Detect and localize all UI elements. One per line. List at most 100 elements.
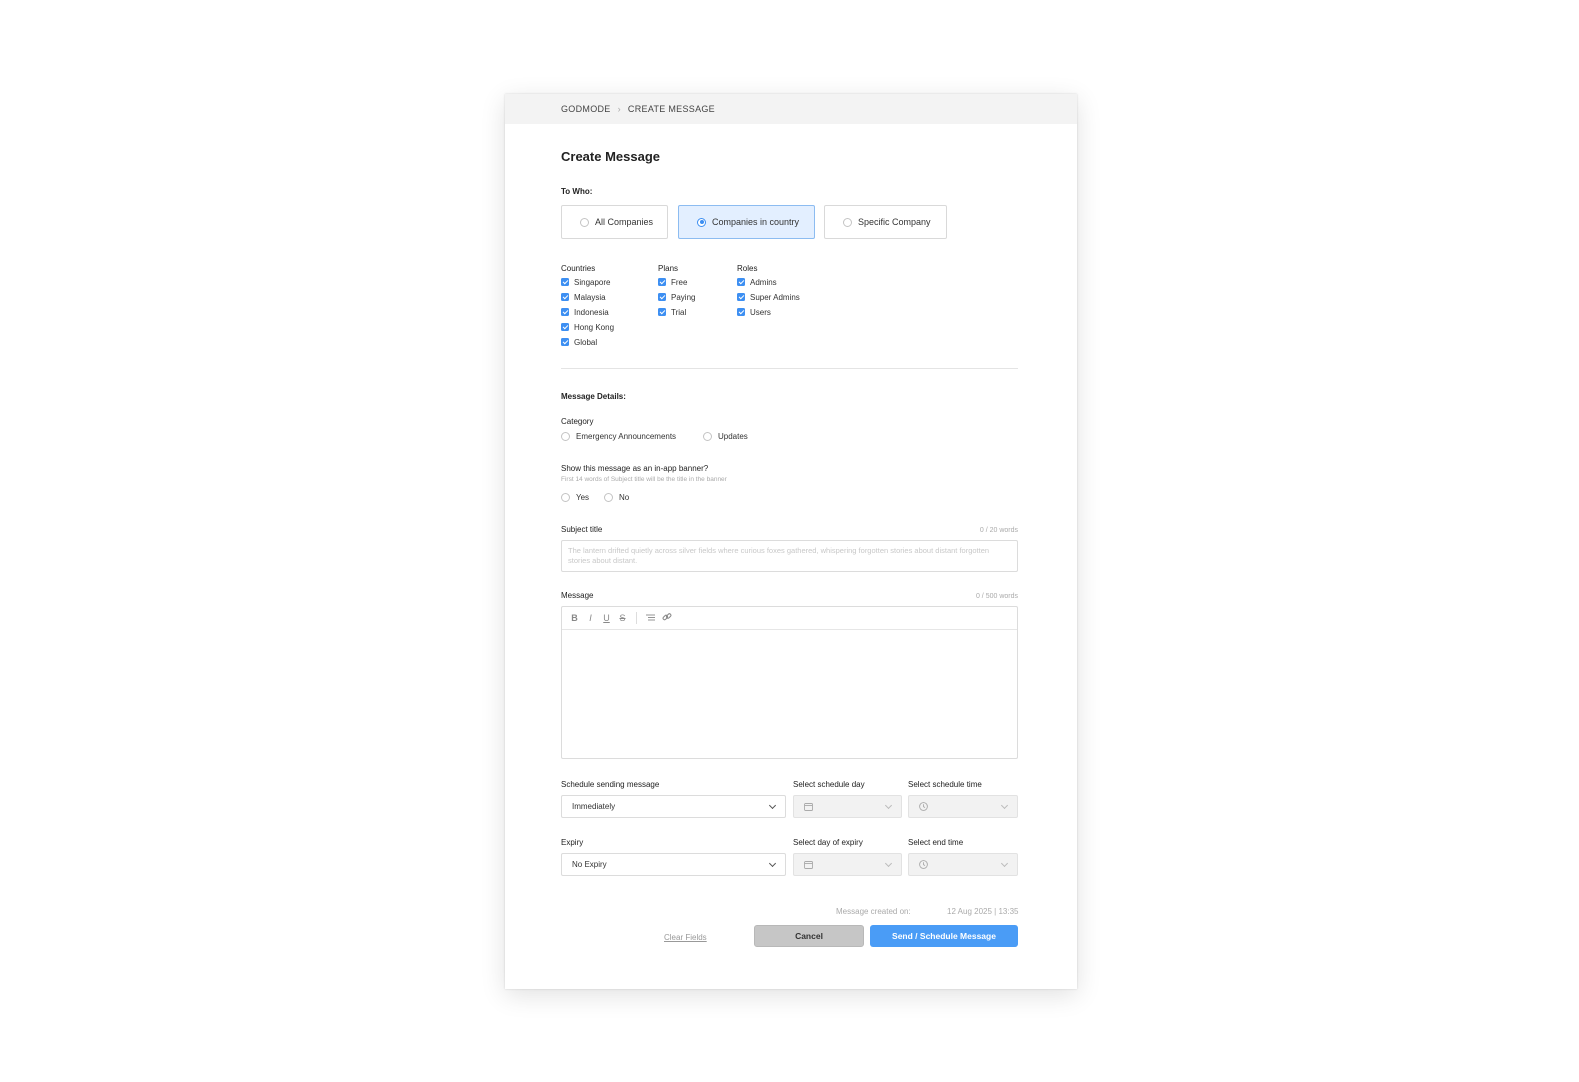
end-time-picker[interactable] xyxy=(908,853,1018,876)
option-label: Specific Company xyxy=(858,217,931,227)
checkbox-label: Users xyxy=(750,307,771,317)
checkbox-label: Singapore xyxy=(574,277,611,287)
checkbox-hong-kong[interactable]: Hong Kong xyxy=(561,322,614,332)
expiry-select[interactable]: No Expiry xyxy=(561,853,786,876)
option-all-companies[interactable]: All Companies xyxy=(561,205,668,239)
radio-emergency-announcements[interactable]: Emergency Announcements xyxy=(561,431,676,441)
message-label: Message xyxy=(561,591,594,600)
checkbox-label: Hong Kong xyxy=(574,322,615,332)
banner-hint: First 14 words of Subject title will be … xyxy=(561,476,727,483)
italic-button[interactable]: I xyxy=(586,613,595,623)
plans-title: Plans xyxy=(658,264,679,273)
create-message-page: GODMODE › CREATE MESSAGE Create Message … xyxy=(505,94,1077,989)
strikethrough-button[interactable]: S xyxy=(618,613,627,623)
checkbox-checked-icon xyxy=(737,278,745,286)
chevron-right-icon: › xyxy=(617,104,621,114)
checkbox-paying[interactable]: Paying xyxy=(658,292,695,302)
checkbox-label: Indonesia xyxy=(574,307,609,317)
checkbox-checked-icon xyxy=(561,278,569,286)
radio-label: Updates xyxy=(718,431,748,441)
checkbox-checked-icon xyxy=(658,278,666,286)
schedule-time-picker[interactable] xyxy=(908,795,1018,818)
message-editor[interactable]: B I U S xyxy=(561,606,1018,759)
subject-title-label: Subject title xyxy=(561,525,603,534)
checkbox-checked-icon xyxy=(561,323,569,331)
radio-label: Emergency Announcements xyxy=(576,431,677,441)
underline-button[interactable]: U xyxy=(602,613,611,623)
list-icon[interactable] xyxy=(646,613,655,624)
toolbar-divider xyxy=(636,612,637,624)
chevron-down-icon xyxy=(1000,859,1009,867)
option-label: Companies in country xyxy=(712,217,800,227)
created-on-label: Message created on: xyxy=(836,907,911,916)
checkbox-malaysia[interactable]: Malaysia xyxy=(561,292,606,302)
checkbox-users[interactable]: Users xyxy=(737,307,771,317)
radio-updates[interactable]: Updates xyxy=(703,431,748,441)
link-icon[interactable] xyxy=(662,612,672,624)
calendar-icon xyxy=(804,802,813,811)
checkbox-global[interactable]: Global xyxy=(561,337,597,347)
clear-fields-link[interactable]: Clear Fields xyxy=(664,933,707,942)
bold-button[interactable]: B xyxy=(570,613,579,623)
option-companies-in-country[interactable]: Companies in country xyxy=(678,205,815,239)
clock-icon xyxy=(919,802,928,811)
checkbox-label: Paying xyxy=(671,292,696,302)
chevron-down-icon xyxy=(768,859,777,867)
page-title: Create Message xyxy=(561,149,660,164)
breadcrumb-current: CREATE MESSAGE xyxy=(627,104,715,114)
subject-placeholder: The lantern drifted quietly across silve… xyxy=(568,546,990,565)
cancel-button[interactable]: Cancel xyxy=(754,925,864,947)
checkbox-admins[interactable]: Admins xyxy=(737,277,777,287)
checkbox-checked-icon xyxy=(561,293,569,301)
message-details-label: Message Details: xyxy=(561,392,626,401)
chevron-down-icon xyxy=(768,801,777,809)
send-schedule-button[interactable]: Send / Schedule Message xyxy=(870,925,1018,947)
radio-icon xyxy=(561,492,570,502)
banner-question: Show this message as an in-app banner? xyxy=(561,464,709,473)
radio-label: No xyxy=(619,492,630,502)
checkbox-checked-icon xyxy=(658,308,666,316)
radio-label: Yes xyxy=(576,492,590,502)
checkbox-checked-icon xyxy=(658,293,666,301)
option-specific-company[interactable]: Specific Company xyxy=(824,205,947,239)
expiry-day-label: Select day of expiry xyxy=(793,838,863,847)
radio-icon xyxy=(703,431,712,441)
breadcrumb: GODMODE › CREATE MESSAGE xyxy=(505,94,1077,124)
radio-icon xyxy=(561,431,570,441)
subject-title-input[interactable]: The lantern drifted quietly across silve… xyxy=(561,540,1018,572)
expiry-day-picker[interactable] xyxy=(793,853,902,876)
radio-icon xyxy=(843,217,852,227)
to-who-label: To Who: xyxy=(561,187,593,196)
checkbox-indonesia[interactable]: Indonesia xyxy=(561,307,609,317)
checkbox-singapore[interactable]: Singapore xyxy=(561,277,610,287)
subject-word-counter: 0 / 20 words xyxy=(979,527,1018,534)
message-word-counter: 0 / 500 words xyxy=(975,593,1018,600)
schedule-select[interactable]: Immediately xyxy=(561,795,786,818)
radio-no[interactable]: No xyxy=(604,492,629,502)
checkbox-super-admins[interactable]: Super Admins xyxy=(737,292,800,302)
checkbox-label: Trial xyxy=(671,307,687,317)
option-label: All Companies xyxy=(595,217,654,227)
radio-icon xyxy=(580,217,589,227)
checkbox-trial[interactable]: Trial xyxy=(658,307,686,317)
breadcrumb-root[interactable]: GODMODE xyxy=(561,104,611,114)
checkbox-free[interactable]: Free xyxy=(658,277,687,287)
checkbox-label: Super Admins xyxy=(750,292,800,302)
checkbox-checked-icon xyxy=(737,308,745,316)
clock-icon xyxy=(919,860,928,869)
created-on-value: 12 Aug 2025 | 13:35 xyxy=(947,907,1019,916)
radio-icon xyxy=(604,492,613,502)
editor-toolbar: B I U S xyxy=(562,607,1017,630)
schedule-day-label: Select schedule day xyxy=(793,780,865,789)
chevron-down-icon xyxy=(884,859,893,867)
chevron-down-icon xyxy=(1000,801,1009,809)
radio-yes[interactable]: Yes xyxy=(561,492,589,502)
chevron-down-icon xyxy=(884,801,893,809)
radio-selected-icon xyxy=(697,217,706,227)
roles-title: Roles xyxy=(737,264,758,273)
category-label: Category xyxy=(561,417,594,426)
checkbox-label: Admins xyxy=(750,277,777,287)
schedule-day-picker[interactable] xyxy=(793,795,902,818)
checkbox-checked-icon xyxy=(561,338,569,346)
checkbox-label: Malaysia xyxy=(574,292,606,302)
